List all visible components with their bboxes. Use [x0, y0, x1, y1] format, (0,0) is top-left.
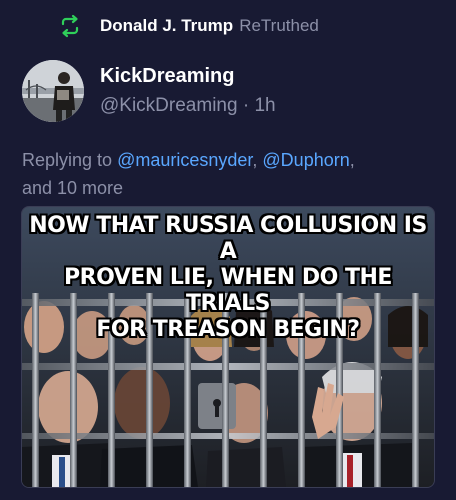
meme-caption-line: PROVEN LIE, WHEN DO THE TRIALS [64, 265, 392, 316]
retruth-icon [61, 14, 79, 38]
author-handle[interactable]: @KickDreaming [100, 95, 238, 116]
author-meta: @KickDreaming · 1h [100, 94, 276, 118]
meta-separator: · [237, 95, 255, 116]
mention-separator: , [252, 150, 263, 170]
post-image[interactable]: NOW THAT RUSSIA COLLUSION IS A PROVEN LI… [21, 206, 435, 488]
replying-to: Replying to @mauricesnyder, @Duphorn, an… [22, 146, 442, 202]
meme-caption-line: FOR TREASON BEGIN? [96, 317, 360, 342]
mention-link[interactable]: @Duphorn [262, 150, 349, 170]
post-time[interactable]: 1h [254, 95, 275, 116]
meme-caption: NOW THAT RUSSIA COLLUSION IS A PROVEN LI… [22, 213, 434, 343]
author-name[interactable]: KickDreaming [100, 64, 276, 88]
replying-more-link[interactable]: and 10 more [22, 178, 123, 198]
avatar-image [22, 60, 84, 122]
meme-caption-line: NOW THAT RUSSIA COLLUSION IS A [29, 213, 427, 264]
retruth-user-name[interactable]: Donald J. Trump [100, 16, 233, 36]
replying-prefix: Replying to [22, 150, 118, 170]
replying-suffix: , [349, 150, 355, 170]
retruth-label: ReTruthed [239, 16, 319, 35]
post-author: KickDreaming @KickDreaming · 1h [22, 60, 276, 122]
mention-link[interactable]: @mauricesnyder [117, 150, 252, 170]
retruth-header: Donald J. Trump ReTruthed [58, 14, 319, 38]
avatar[interactable] [22, 60, 84, 122]
